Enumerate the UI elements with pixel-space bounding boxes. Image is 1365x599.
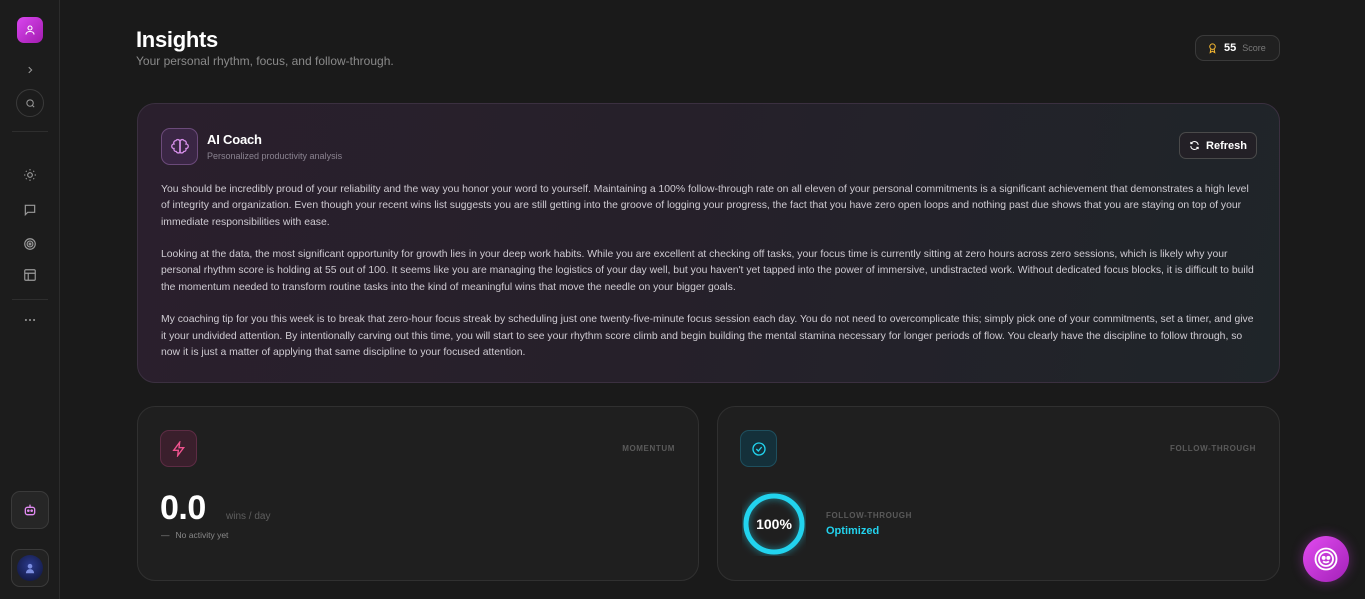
page-subtitle: Your personal rhythm, focus, and follow-… bbox=[136, 54, 394, 68]
sidebar-divider bbox=[12, 299, 48, 300]
more-button[interactable] bbox=[18, 308, 42, 332]
follow-through-inner-kicker: FOLLOW-THROUGH bbox=[826, 511, 913, 520]
score-badge[interactable]: 55 Score bbox=[1195, 35, 1280, 61]
assistant-fab[interactable] bbox=[1303, 536, 1349, 582]
layout-icon bbox=[24, 269, 36, 281]
refresh-button[interactable]: Refresh bbox=[1179, 132, 1257, 159]
page-title: Insights bbox=[136, 27, 218, 52]
score-label: Score bbox=[1242, 43, 1266, 53]
coach-analysis-text: You should be incredibly proud of your r… bbox=[161, 182, 1256, 361]
sidebar-item-chat[interactable] bbox=[18, 198, 42, 222]
user-icon bbox=[25, 25, 35, 35]
lightning-icon bbox=[171, 440, 185, 457]
coach-subtitle: Personalized productivity analysis bbox=[207, 151, 343, 161]
chevron-right-icon bbox=[28, 66, 33, 74]
follow-through-card: FOLLOW-THROUGH 100% FOLLOW-THROUGH Optim… bbox=[717, 406, 1280, 581]
sun-icon bbox=[24, 169, 36, 181]
ai-assistant-button[interactable] bbox=[11, 491, 49, 529]
sidebar-divider bbox=[12, 131, 48, 132]
check-circle-icon bbox=[751, 441, 766, 456]
coach-paragraph: Looking at the data, the most significan… bbox=[161, 249, 1254, 293]
bot-icon bbox=[24, 504, 36, 516]
more-icon bbox=[24, 318, 36, 322]
sidebar-item-goals[interactable] bbox=[18, 232, 42, 256]
ai-coach-card: AI Coach Personalized productivity analy… bbox=[137, 103, 1280, 383]
follow-through-percent: 100% bbox=[756, 516, 792, 532]
target-icon bbox=[24, 238, 36, 250]
sidebar-item-today[interactable] bbox=[18, 163, 42, 187]
momentum-dash: — bbox=[161, 530, 170, 540]
search-button[interactable] bbox=[16, 89, 44, 117]
coach-icon-box bbox=[161, 128, 198, 165]
momentum-icon-box bbox=[160, 430, 197, 467]
chat-icon bbox=[24, 204, 36, 217]
brain-icon bbox=[170, 138, 189, 154]
momentum-note-text: No activity yet bbox=[175, 530, 229, 540]
refresh-label: Refresh bbox=[1206, 139, 1247, 152]
sidebar bbox=[0, 0, 60, 599]
coach-paragraph: You should be incredibly proud of your r… bbox=[161, 184, 1249, 228]
momentum-card: MOMENTUM 0.0 wins / day — No activity ye… bbox=[137, 406, 699, 581]
score-value: 55 bbox=[1224, 42, 1237, 54]
coach-paragraph: My coaching tip for you this week is to … bbox=[161, 314, 1254, 358]
user-menu-button[interactable] bbox=[11, 549, 49, 587]
refresh-icon bbox=[1190, 141, 1199, 150]
coach-title: AI Coach bbox=[207, 132, 262, 147]
user-avatar-icon bbox=[25, 563, 35, 574]
award-icon bbox=[1209, 43, 1216, 54]
follow-through-kicker: FOLLOW-THROUGH bbox=[1169, 444, 1256, 453]
expand-sidebar-button[interactable] bbox=[18, 58, 42, 82]
momentum-value: 0.0 bbox=[160, 489, 206, 527]
profile-button[interactable] bbox=[17, 17, 43, 43]
momentum-kicker: MOMENTUM bbox=[622, 444, 675, 453]
momentum-note: — No activity yet bbox=[161, 530, 228, 540]
search-icon bbox=[25, 98, 35, 108]
follow-through-icon-box bbox=[740, 430, 777, 467]
follow-through-status: Optimized bbox=[826, 525, 880, 537]
momentum-unit: wins / day bbox=[226, 511, 271, 522]
sidebar-item-dashboard[interactable] bbox=[18, 263, 42, 287]
smiley-icon bbox=[1314, 547, 1338, 571]
avatar bbox=[17, 555, 43, 581]
